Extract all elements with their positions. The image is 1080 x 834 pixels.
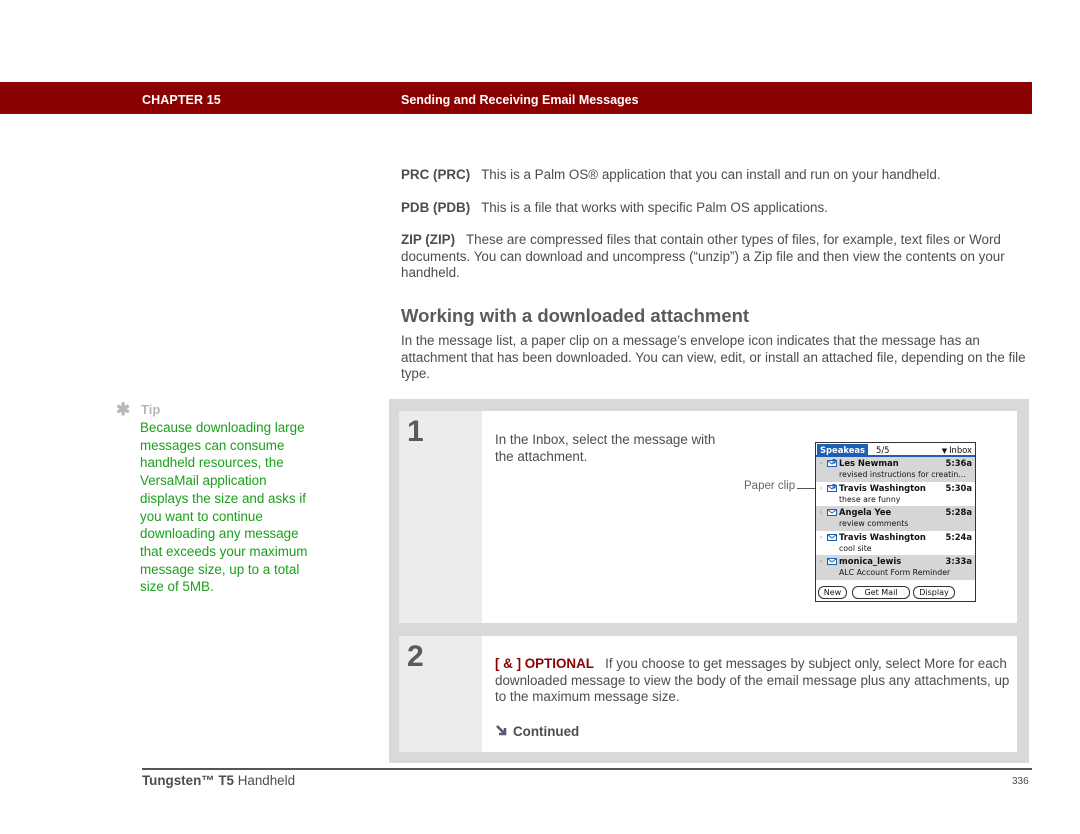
dropdown-triangle-icon: ▼ (941, 447, 948, 455)
message-time: 5:30a (945, 482, 972, 493)
message-row[interactable]: ◦ Travis Washington 5:30a these are funny (816, 482, 975, 507)
message-subject: cool site (839, 543, 872, 553)
product-suffix: Handheld (234, 773, 296, 788)
step-text: [ & ] OPTIONAL If you choose to get mess… (495, 656, 1010, 706)
envelope-paperclip-icon (827, 483, 837, 492)
footer-rule (142, 768, 1032, 770)
message-time: 5:24a (945, 531, 972, 542)
optional-label: [ & ] OPTIONAL (495, 656, 594, 671)
unread-dot-icon: ◦ (819, 533, 824, 542)
continued-link[interactable]: Continued (495, 724, 579, 739)
message-sender: monica_lewis (839, 556, 902, 567)
message-row[interactable]: ◦ Travis Washington 5:24a cool site (816, 531, 975, 556)
envelope-icon (827, 509, 837, 517)
arrow-down-right-icon (496, 725, 507, 736)
unread-dot-icon: ◦ (819, 558, 824, 567)
inbox-title-bar: Speakeas 5/5 ▼ Inbox (816, 443, 975, 457)
message-sender: Angela Yee (839, 507, 892, 518)
step-text: In the Inbox, select the message with th… (495, 432, 716, 464)
message-subject: revised instructions for creatin... (839, 470, 966, 479)
message-list: ◦ Les Newman 5:36a revised instructions for… (816, 457, 975, 580)
chapter-title: Sending and Receiving Email Messages (401, 93, 639, 107)
step-number: 1 (407, 415, 424, 448)
display-button[interactable]: Display (913, 586, 955, 599)
asterisk-icon: ✱ (116, 400, 131, 419)
message-sender: Travis Washington (839, 482, 926, 493)
message-time: 5:28a (945, 507, 972, 518)
section-intro: In the message list, a paper clip on a m… (401, 333, 1026, 381)
chapter-label: CHAPTER 15 (142, 93, 221, 107)
page-number: 336 (1012, 776, 1029, 787)
tip-title: Tip (141, 402, 161, 417)
unread-dot-icon: ◦ (819, 484, 824, 493)
message-row[interactable]: ◦ Les Newman 5:36a revised instructions for… (816, 457, 975, 482)
message-time: 3:33a (945, 556, 972, 567)
message-subject: ALC Account Form Reminder (839, 568, 951, 578)
handheld-inbox-screenshot: Speakeas 5/5 ▼ Inbox ◦ Les Newman 5:36a revi… (815, 442, 976, 602)
footer-book-title: Tungsten™ T5 Handheld (142, 773, 295, 788)
definition-pdb: PDB (PDB) This is a file that works with… (401, 200, 1031, 217)
paper-clip-callout-label: Paper clip (744, 480, 796, 492)
continued-label: Continued (513, 724, 580, 739)
message-sender: Travis Washington (839, 531, 926, 542)
new-button[interactable]: New (818, 586, 847, 599)
message-row[interactable]: ◦ monica_lewis 3:33a ALC Account Form Remin… (816, 555, 975, 580)
folder-name: Inbox (949, 445, 972, 455)
envelope-icon (827, 558, 837, 566)
step-number-column: 2 (399, 636, 482, 752)
definition-zip: ZIP (ZIP) These are compressed files tha… (401, 232, 1031, 282)
section-heading: Working with a downloaded attachment (401, 305, 750, 326)
definition-text: This is a file that works with specific … (481, 200, 828, 215)
message-sender: Les Newman (839, 458, 899, 468)
definition-term: PDB (PDB) (401, 200, 471, 215)
get-mail-button[interactable]: Get Mail (852, 586, 910, 599)
message-subject: review comments (839, 519, 909, 529)
definition-prc: PRC (PRC) This is a Palm OS® application… (401, 167, 1031, 184)
step-2: 2 [ & ] OPTIONAL If you choose to get me… (399, 636, 1017, 752)
unread-dot-icon: ◦ (819, 460, 824, 468)
definition-term: ZIP (ZIP) (401, 232, 456, 247)
product-name: Tungsten™ T5 (142, 773, 234, 788)
envelope-icon (827, 533, 837, 541)
account-name[interactable]: Speakeas (817, 444, 869, 456)
step-number: 2 (407, 640, 424, 673)
definition-text: These are compressed files that contain … (401, 232, 1005, 280)
message-time: 5:36a (945, 458, 972, 468)
definition-term: PRC (PRC) (401, 167, 471, 182)
folder-picker[interactable]: ▼ Inbox (942, 444, 972, 457)
unread-dot-icon: ◦ (819, 509, 824, 518)
tip-body: Because downloading large messages can c… (140, 420, 308, 595)
message-row[interactable]: ◦ Angela Yee 5:28a review comments (816, 506, 975, 531)
message-subject: these are funny (839, 494, 901, 504)
definition-text: This is a Palm OS® application that you … (481, 167, 941, 182)
message-count: 5/5 (876, 445, 890, 455)
envelope-paperclip-icon (827, 459, 837, 467)
step-number-column: 1 (399, 411, 482, 623)
